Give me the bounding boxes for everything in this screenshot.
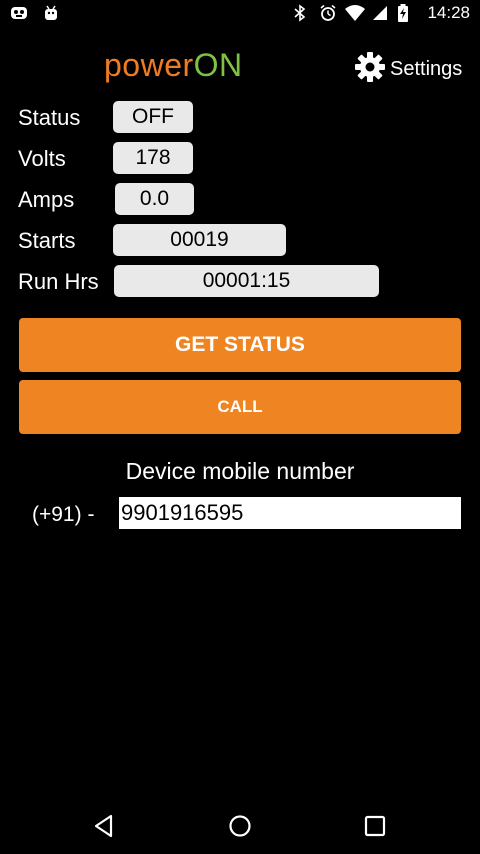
logo-on-text: ON: [193, 47, 243, 83]
back-icon[interactable]: [91, 812, 119, 840]
settings-button[interactable]: Settings: [354, 51, 462, 88]
game-controller-icon: [10, 4, 28, 22]
runhrs-row: Run Hrs 00001:15: [18, 265, 379, 299]
runhrs-value: 00001:15: [114, 265, 379, 297]
amps-value: 0.0: [115, 183, 194, 215]
signal-icon: [371, 4, 389, 22]
logo-power-text: power: [104, 47, 194, 83]
starts-value: 00019: [113, 224, 286, 256]
starts-row: Starts 00019: [18, 224, 286, 258]
volts-row: Volts 178: [18, 142, 193, 176]
call-button[interactable]: CALL: [19, 380, 461, 434]
status-row: Status OFF: [18, 101, 193, 135]
volts-label: Volts: [18, 146, 66, 171]
wifi-icon: [345, 4, 366, 22]
device-number-label: Device mobile number: [125, 458, 355, 484]
starts-label: Starts: [18, 228, 76, 253]
device-number-input[interactable]: [119, 497, 461, 529]
runhrs-label: Run Hrs: [18, 269, 99, 294]
status-label: Status: [18, 105, 81, 130]
get-status-button[interactable]: GET STATUS: [19, 318, 461, 372]
status-value: OFF: [113, 101, 193, 133]
android-icon: [42, 4, 60, 22]
recents-icon[interactable]: [361, 812, 389, 840]
settings-label: Settings: [390, 58, 463, 80]
clock-time: 14:28: [427, 3, 470, 22]
volts-value: 178: [113, 142, 193, 174]
battery-charging-icon: [397, 4, 415, 22]
gear-icon: [354, 51, 386, 88]
country-code-prefix: (+91) -: [32, 503, 95, 526]
bluetooth-icon: [293, 4, 311, 22]
navigation-bar: [0, 798, 480, 854]
amps-label: Amps: [18, 187, 75, 212]
home-icon[interactable]: [226, 812, 254, 840]
amps-row: Amps 0.0: [18, 183, 194, 217]
poweron-logo: powerON: [104, 47, 243, 84]
status-bar: 14:28: [0, 0, 480, 28]
alarm-icon: [319, 4, 337, 22]
